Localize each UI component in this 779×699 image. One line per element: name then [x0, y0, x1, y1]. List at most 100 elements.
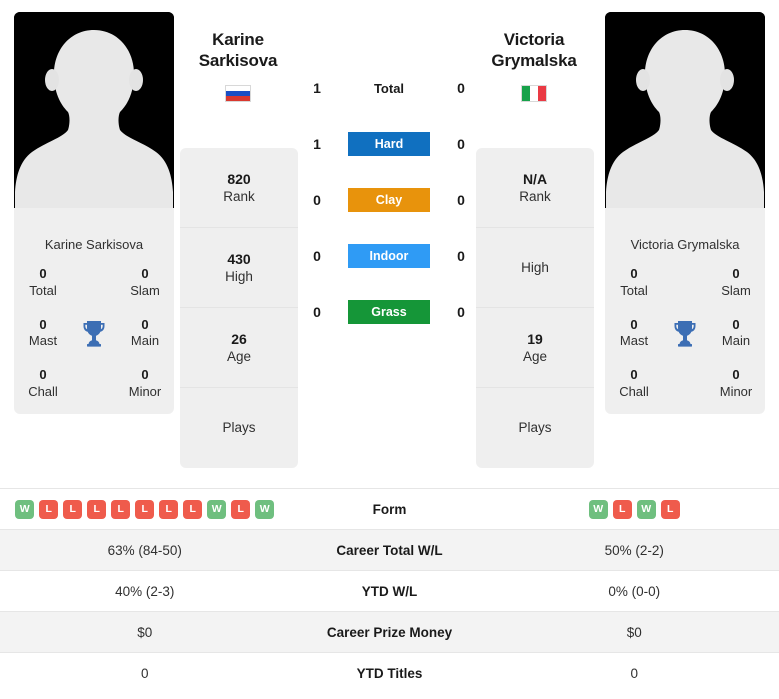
right-age-row: 19 Age [476, 308, 594, 388]
player-silhouette-icon [14, 12, 174, 222]
form-badge-loss[interactable]: L [63, 499, 83, 519]
h2h-left-score-grass: 0 [313, 304, 321, 320]
left-titles-slam-label: Slam [130, 282, 160, 298]
form-badge-loss[interactable]: L [87, 499, 107, 519]
left-plays-label: Plays [222, 420, 256, 436]
right-ranking-card: N/A Rank High 19 Age Plays [476, 148, 594, 468]
h2h-left-score-clay: 0 [313, 192, 321, 208]
right-titles-slam-value: 0 [732, 266, 740, 282]
h2h-row-grass: 0 Grass 0 [306, 284, 472, 340]
right-plays-label: Plays [518, 420, 552, 436]
h2h-right-score-indoor: 0 [457, 248, 465, 264]
right-titles-minor-label: Minor [719, 383, 753, 399]
ru-flag-icon [225, 85, 251, 103]
right-titles-main-value: 0 [732, 316, 740, 332]
trophy-icon [674, 321, 696, 347]
h2h-right-score-clay: 0 [457, 192, 465, 208]
right-stat-value: $0 [626, 624, 642, 640]
right-titles-main: 0 Main [707, 317, 765, 350]
comparison-stats-table: W L L L L L L L W L W Form W L W L 63% (84-50) Career Tot… [0, 488, 779, 693]
h2h-left-score-hard: 1 [313, 136, 321, 152]
comparison-header: Karine Sarkisova 0 Total 0 Slam 0 Mast 0… [0, 0, 779, 478]
right-rank-label: Rank [519, 188, 551, 204]
left-high-label: High [225, 268, 253, 284]
left-age-row: 26 Age [180, 308, 298, 388]
right-stat-value: 0 [630, 665, 638, 681]
left-titles-total-label: Total [29, 282, 57, 298]
h2h-surface-badge-clay: Clay [348, 188, 430, 212]
form-badge-win[interactable]: W [207, 499, 227, 519]
form-badge-loss[interactable]: L [183, 499, 203, 519]
right-high-label: High [521, 259, 549, 275]
left-form-strip: WLLLLLLLWLW [0, 499, 290, 519]
left-rank-row: 820 Rank [180, 148, 298, 228]
form-badge-win[interactable]: W [255, 499, 275, 519]
right-stat-value: 0% (0-0) [608, 583, 661, 599]
head-to-head-column: 1 Total 0 1 Hard 0 0 Clay 0 0 Indoor 0 0 Grass 0 [306, 60, 472, 340]
form-badge-loss[interactable]: L [39, 499, 59, 519]
left-titles-grid: 0 Total 0 Slam 0 Mast 0 Main 0 Chall 0 M… [14, 266, 174, 400]
right-player-heading: Victoria Grymalska [454, 30, 614, 103]
stat-row-label: YTD Titles [356, 665, 423, 681]
left-player-heading: Karine Sarkisova [158, 30, 318, 103]
right-form-strip: WLWL [490, 499, 779, 519]
right-player-photo[interactable] [605, 12, 765, 222]
form-badge-loss[interactable]: L [111, 499, 131, 519]
right-titles-total-label: Total [620, 282, 648, 298]
left-stat-value: $0 [137, 624, 153, 640]
h2h-right-score-grass: 0 [457, 304, 465, 320]
left-titles-minor-value: 0 [141, 367, 149, 383]
form-badge-loss[interactable]: L [135, 499, 155, 519]
left-player-first-name[interactable]: Karine [158, 30, 318, 51]
right-titles-total-value: 0 [630, 266, 638, 282]
right-player-name-label: Victoria Grymalska [630, 237, 740, 252]
left-titles-total-value: 0 [39, 266, 47, 282]
left-ranking-card: 820 Rank 430 High 26 Age Plays [180, 148, 298, 468]
right-titles-grid: 0 Total 0 Slam 0 Mast 0 Main 0 Chall 0 M… [605, 266, 765, 400]
form-badge-win[interactable]: W [588, 499, 608, 519]
stat-row-label: Career Prize Money [326, 624, 453, 640]
left-player-card[interactable]: Karine Sarkisova 0 Total 0 Slam 0 Mast 0… [14, 12, 174, 414]
left-player-photo[interactable] [14, 12, 174, 222]
form-badge-loss[interactable]: L [612, 499, 632, 519]
form-badge-win[interactable]: W [15, 499, 35, 519]
right-titles-slam-label: Slam [721, 282, 751, 298]
right-age-value: 19 [527, 330, 543, 347]
form-badge-loss[interactable]: L [231, 499, 251, 519]
h2h-right-score-hard: 0 [457, 136, 465, 152]
left-titles-minor-label: Minor [128, 383, 162, 399]
left-player-name-label: Karine Sarkisova [44, 237, 144, 252]
left-titles-card: Karine Sarkisova 0 Total 0 Slam 0 Mast 0… [14, 222, 174, 414]
right-plays-row: Plays [476, 388, 594, 468]
right-titles-chall: 0 Chall [605, 367, 663, 400]
right-titles-total: 0 Total [605, 266, 663, 299]
left-titles-mast-value: 0 [39, 316, 47, 332]
right-age-label: Age [522, 348, 548, 364]
table-row: 0 YTD Titles 0 [0, 652, 779, 693]
right-player-last-name[interactable]: Grymalska [454, 51, 614, 72]
right-player-card[interactable]: Victoria Grymalska 0 Total 0 Slam 0 Mast [605, 12, 765, 414]
h2h-row-clay: 0 Clay 0 [306, 172, 472, 228]
left-titles-main-label: Main [130, 333, 160, 349]
right-rank-value: N/A [522, 170, 548, 187]
form-badge-win[interactable]: W [636, 499, 656, 519]
left-high-row: 430 High [180, 228, 298, 308]
left-titles-minor: 0 Minor [116, 367, 174, 400]
h2h-surface-badge-total: Total [373, 80, 405, 96]
stat-row-label: Form [372, 501, 407, 517]
left-player-last-name[interactable]: Sarkisova [158, 51, 318, 72]
h2h-surface-badge-grass: Grass [348, 300, 430, 324]
right-player-first-name[interactable]: Victoria [454, 30, 614, 51]
left-rank-label: Rank [223, 188, 255, 204]
h2h-left-score-total: 1 [313, 80, 321, 96]
right-titles-minor: 0 Minor [707, 367, 765, 400]
h2h-surface-badge-indoor: Indoor [348, 244, 430, 268]
right-trophy-wrap [663, 319, 707, 347]
form-badge-loss[interactable]: L [159, 499, 179, 519]
form-badge-loss[interactable]: L [660, 499, 680, 519]
left-titles-chall-label: Chall [28, 383, 58, 399]
left-age-label: Age [226, 348, 252, 364]
player-silhouette-icon [605, 12, 765, 222]
left-titles-chall-value: 0 [39, 367, 47, 383]
left-titles-slam-value: 0 [141, 266, 149, 282]
